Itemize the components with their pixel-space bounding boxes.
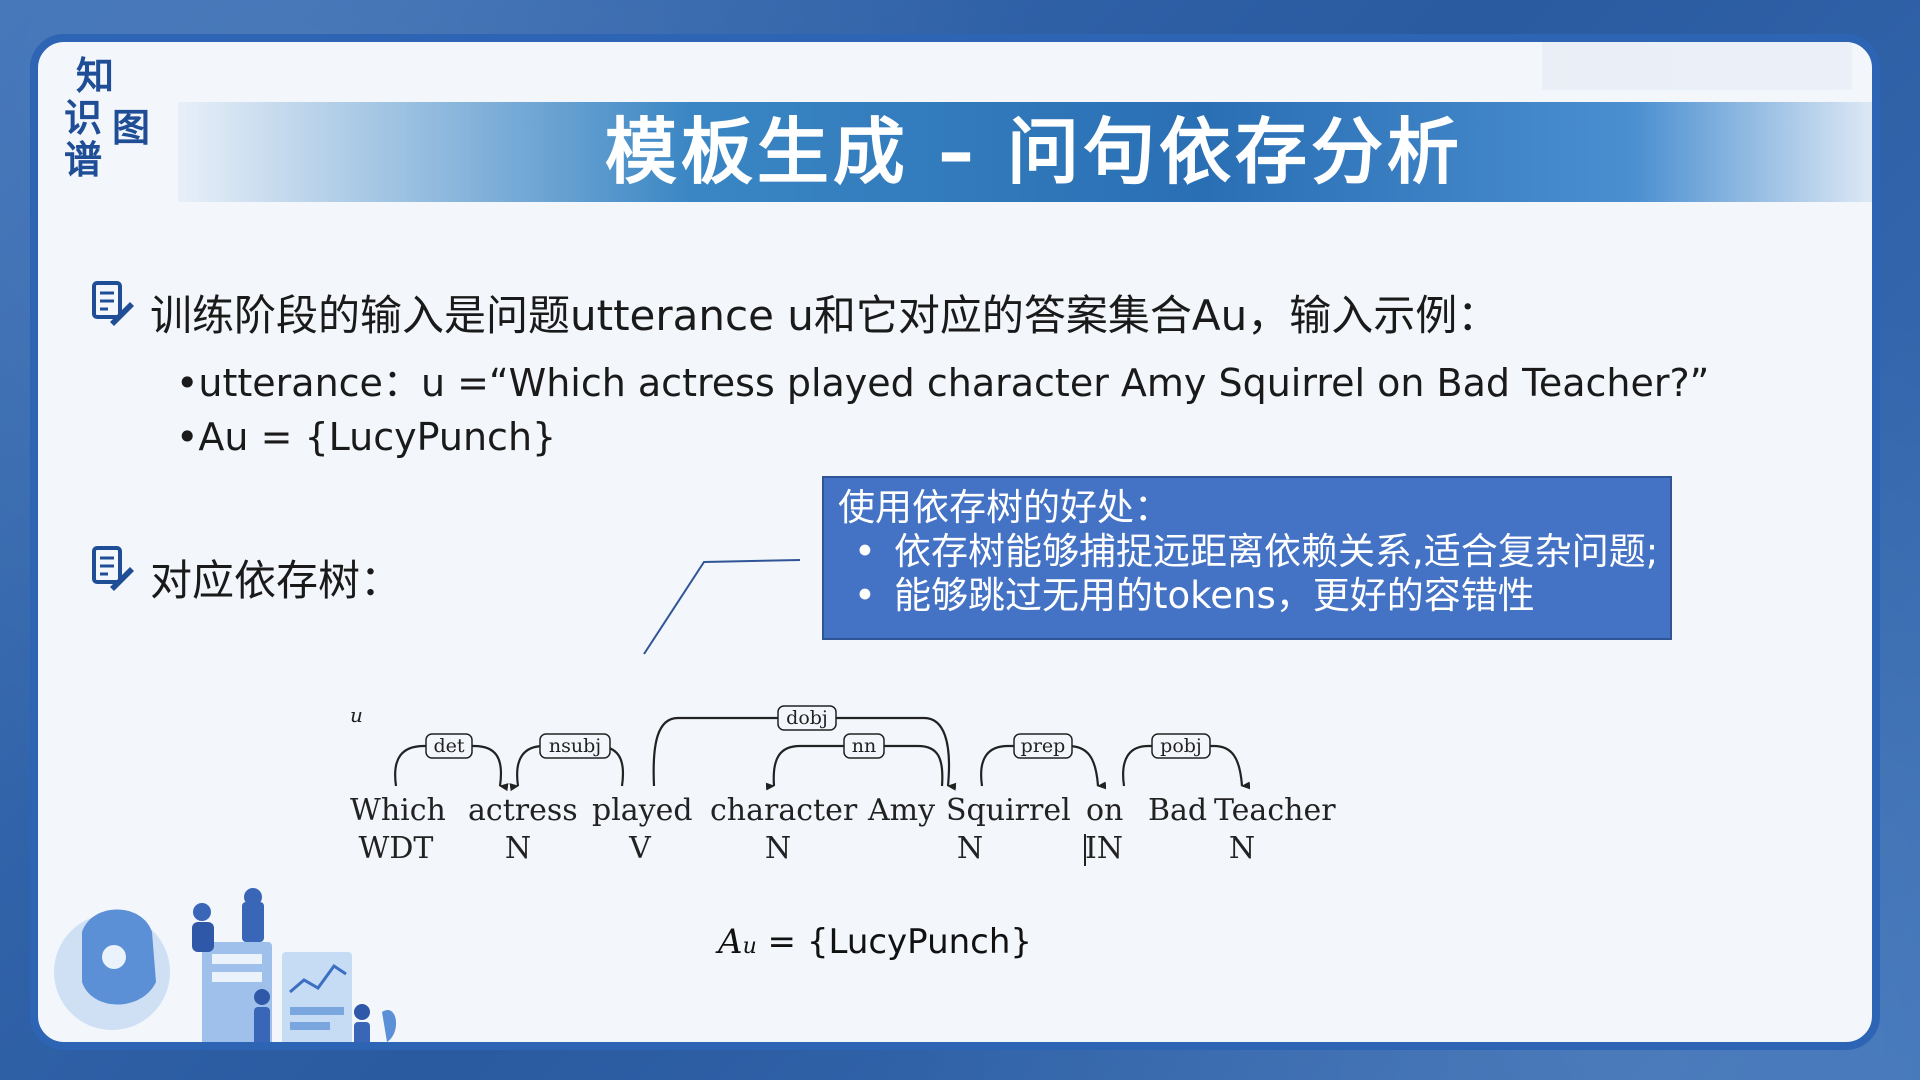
word: Teacher xyxy=(1214,793,1336,828)
callout-connector xyxy=(643,559,801,655)
pos-tag: WDT xyxy=(359,831,434,866)
pos-tag: V xyxy=(628,831,652,866)
word: Squirrel xyxy=(946,793,1071,828)
word: actress xyxy=(468,793,578,828)
pos-tag: N xyxy=(765,831,791,866)
pos-tag: N xyxy=(1229,831,1255,866)
pos-tag: N xyxy=(957,831,983,866)
word: Amy xyxy=(867,793,935,828)
arc-label: nsubj xyxy=(549,735,601,757)
word: Bad xyxy=(1148,793,1207,828)
word: played xyxy=(592,793,693,828)
arc-label: pobj xyxy=(1160,735,1202,757)
utterance-symbol: u xyxy=(350,703,363,727)
word: Which xyxy=(350,793,446,828)
word: character xyxy=(710,793,858,828)
pos-tag: IN xyxy=(1085,831,1123,866)
arc-label: dobj xyxy=(786,707,828,729)
pos-tag: N xyxy=(505,831,531,866)
word: on xyxy=(1086,793,1123,828)
arc-label: det xyxy=(433,735,464,757)
slide: 知 识 图 谱 模板生成 – 问句依存分析 训练阶段的输入是问题utteranc… xyxy=(30,34,1880,1050)
arc-label: nn xyxy=(852,735,876,757)
arc-label: prep xyxy=(1021,735,1066,757)
decorative-illustration xyxy=(54,888,397,1042)
answer-set-equation: Au = {LucyPunch} xyxy=(718,922,1033,962)
